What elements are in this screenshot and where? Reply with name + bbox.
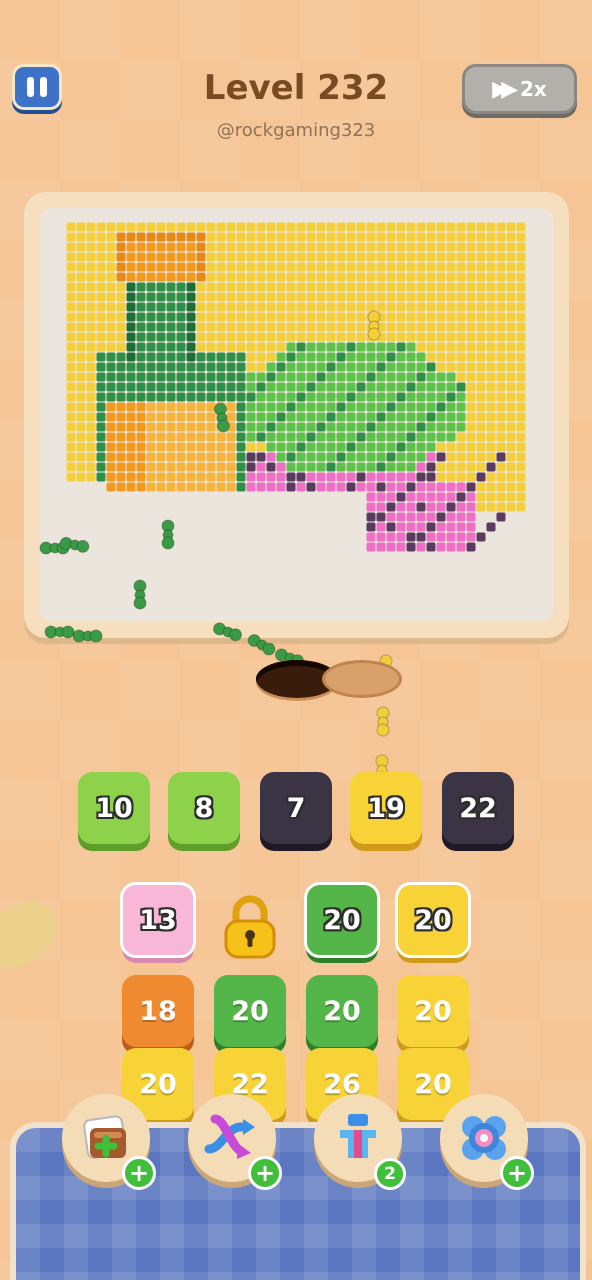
yellow-ant (367, 310, 381, 341)
add-slot-icon (83, 1115, 127, 1159)
donut-booster[interactable]: + (440, 1094, 534, 1190)
number-tile[interactable]: 13 (120, 882, 196, 958)
green-ant (133, 579, 147, 610)
tile-value: 20 (414, 995, 452, 1027)
number-tile[interactable]: 10 (78, 772, 150, 844)
tile-value: 18 (139, 995, 177, 1027)
yellow-ant (376, 706, 390, 737)
number-tile[interactable]: 20 (306, 975, 378, 1047)
booster-badge: + (122, 1156, 156, 1190)
number-tile[interactable]: 8 (168, 772, 240, 844)
tile-value: 19 (367, 792, 405, 824)
tile-value: 20 (414, 1068, 452, 1100)
number-tile[interactable]: 18 (122, 975, 194, 1047)
magnet-booster[interactable]: 2 (314, 1094, 406, 1190)
green-ant (72, 629, 103, 643)
shuffle-booster[interactable]: + (188, 1094, 282, 1190)
number-tile[interactable]: 19 (350, 772, 422, 844)
green-ant (44, 625, 75, 639)
leaf-decoration (0, 893, 68, 977)
add-slot-booster[interactable]: + (62, 1094, 156, 1190)
tile-value: 20 (139, 1068, 177, 1100)
tile-value: 20 (231, 995, 269, 1027)
green-ant (213, 402, 230, 433)
tile-value: 20 (323, 995, 361, 1027)
number-tile[interactable]: 7 (260, 772, 332, 844)
tile-value: 8 (194, 792, 214, 824)
padlock-icon[interactable] (222, 895, 278, 961)
hole-lid (322, 660, 402, 698)
tile-value: 22 (459, 792, 497, 824)
number-tile[interactable]: 20 (395, 882, 471, 958)
number-tile[interactable]: 20 (304, 882, 380, 958)
number-tile[interactable]: 20 (397, 975, 469, 1047)
green-ant (161, 519, 175, 550)
booster-count-badge: 2 (374, 1158, 406, 1190)
green-ant (247, 634, 276, 656)
number-tile[interactable]: 22 (442, 772, 514, 844)
tile-value: 20 (323, 904, 361, 936)
magnet-claw-icon (340, 1114, 376, 1158)
booster-badge: + (500, 1156, 534, 1190)
tile-value: 13 (139, 904, 177, 936)
tile-value: 7 (286, 792, 306, 824)
tile-value: 10 (95, 792, 133, 824)
number-tile[interactable]: 20 (214, 975, 286, 1047)
tile-value: 20 (414, 904, 452, 936)
booster-badge: + (248, 1156, 282, 1190)
green-ant (213, 622, 243, 642)
